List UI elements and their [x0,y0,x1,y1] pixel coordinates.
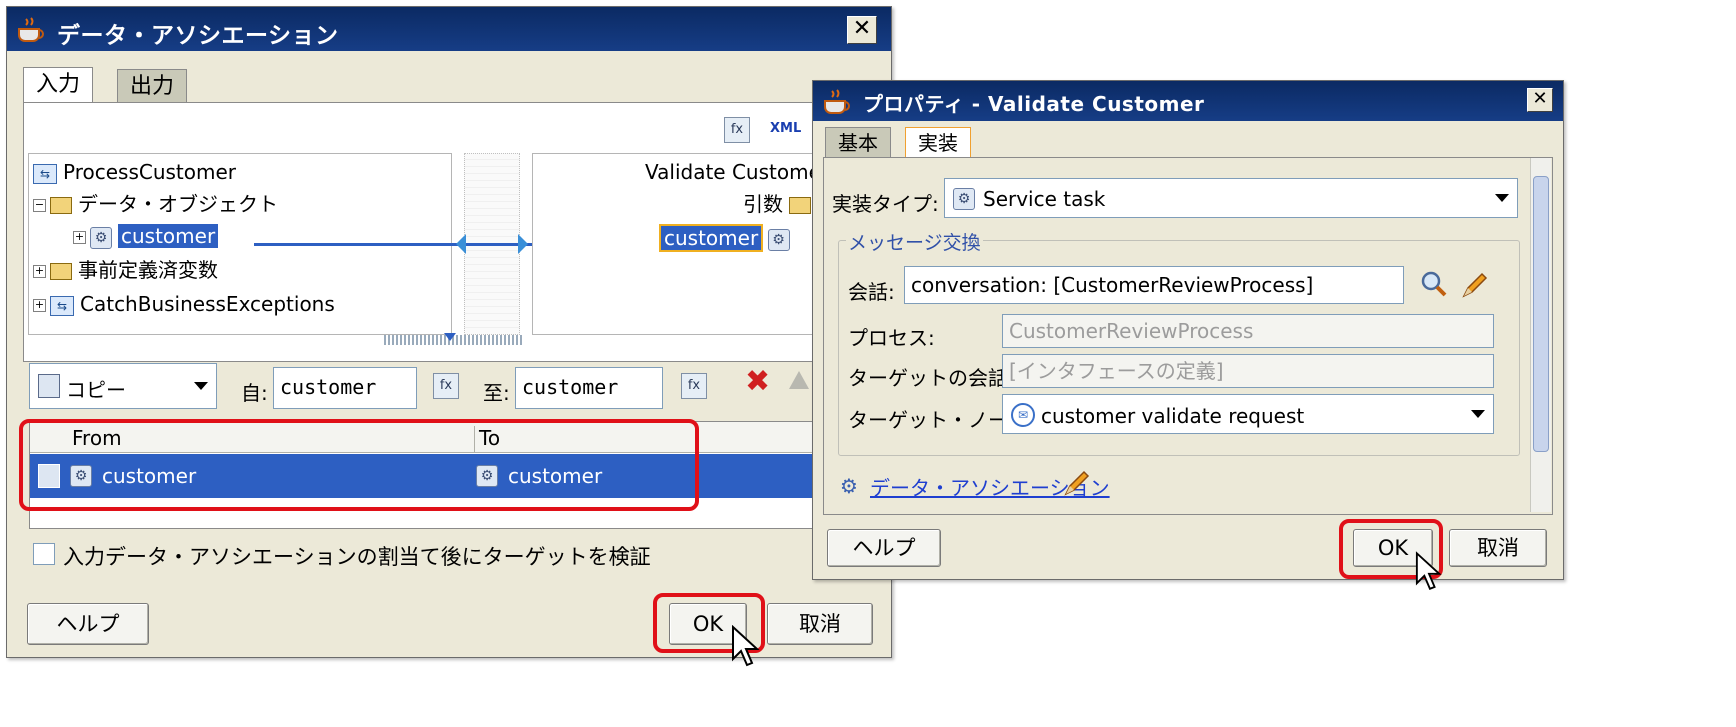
edit-icon[interactable] [1062,468,1092,498]
tree-node-customer[interactable]: + ⚙ customer [73,222,219,250]
validate-target-checkbox[interactable] [33,543,55,565]
table-highlight-box [19,419,699,511]
copy-operation-select[interactable]: コピー [29,363,217,409]
folder-icon [50,197,72,214]
xml-literal-icon[interactable]: XML [770,117,801,141]
close-button[interactable]: ✕ [1527,88,1553,112]
folder-icon [50,263,72,280]
process-field[interactable]: CustomerReviewProcess [1002,314,1494,348]
to-expression-icon[interactable]: fx [681,373,707,399]
mouse-cursor-icon [1415,551,1442,591]
expand-icon[interactable]: + [33,299,46,312]
properties-title: プロパティ - Validate Customer [863,92,1205,116]
target-root-label[interactable]: Validate Custome [645,158,821,186]
chevron-down-icon [1471,410,1485,418]
gear-icon: ⚙ [767,228,790,251]
properties-dialog: プロパティ - Validate Customer ✕ 基本 実装 実装タイプ:… [812,80,1564,591]
properties-titlebar[interactable]: プロパティ - Validate Customer ✕ [813,81,1563,121]
to-field[interactable]: customer [515,367,663,409]
gear-icon: ⚙ [90,226,112,249]
expand-icon[interactable]: + [73,231,86,244]
tab-implementation[interactable]: 実装 [905,127,971,158]
folder-icon [789,197,812,214]
mapping-line-arrow-right [518,234,528,254]
mapping-line-arrow-left [456,234,466,254]
chevron-down-icon [1495,194,1509,202]
dialog-title: データ・アソシエーション [57,23,339,49]
java-cup-icon [824,89,850,114]
java-cup-icon [18,17,44,42]
tab-basic[interactable]: 基本 [825,127,891,158]
from-field[interactable]: customer [273,367,417,409]
chevron-down-icon [194,382,208,390]
from-label: 自: [241,381,268,405]
impl-type-select[interactable]: ⚙ Service task [944,178,1518,218]
tree-node-catch-business-exceptions[interactable]: + ⇆ CatchBusinessExceptions [33,290,335,318]
process-icon: ⇆ [33,163,57,184]
conversation-field[interactable]: conversation: [CustomerReviewProcess] [904,266,1404,304]
data-association-dialog: データ・アソシエーション ✕ 入力 出力 fx XML ⇆ ProcessCust… [6,6,892,667]
target-node-select[interactable]: ✉ customer validate request [1002,394,1494,434]
target-customer-node[interactable]: customer ⚙ [658,224,796,252]
cancel-button[interactable]: 取消 [767,603,873,645]
tree-node-process[interactable]: ⇆ ProcessCustomer [33,158,236,186]
customer-target-node: customer [658,224,764,252]
to-label: 至: [483,381,510,405]
tab-output[interactable]: 出力 [117,69,188,104]
help-button[interactable]: ヘルプ [27,603,149,645]
delete-icon[interactable]: ✖ [745,367,770,397]
process-icon: ⇆ [50,295,74,316]
vertical-scrollbar[interactable] [1530,158,1551,512]
process-label: プロセス: [848,326,935,350]
help-button[interactable]: ヘルプ [827,529,941,567]
move-up-icon[interactable] [789,371,809,389]
conversation-label: 会話: [848,280,895,304]
properties-content: 実装タイプ: ⚙ Service task メッセージ交換 会話: conver… [823,157,1553,515]
expand-icon[interactable]: + [33,265,46,278]
xpath-expression-icon[interactable]: fx [724,117,750,143]
customer-source-node: customer [118,224,219,248]
edit-icon[interactable] [1460,270,1490,300]
splitter-arrows-icon[interactable] [444,333,456,341]
tab-input[interactable]: 入力 [23,67,94,102]
validate-target-label: 入力データ・アソシエーションの割当て後にターゲットを検証 [63,545,651,569]
data-association-icon: ⚙ [840,474,858,498]
dialog-titlebar[interactable]: データ・アソシエーション ✕ [7,7,891,51]
close-button[interactable]: ✕ [847,16,877,44]
from-expression-icon[interactable]: fx [433,373,459,399]
collapse-icon[interactable]: − [33,199,46,212]
scrollbar-thumb[interactable] [1533,176,1549,452]
service-task-icon: ⚙ [953,188,975,210]
target-conversation-field[interactable]: [インタフェースの定義] [1002,354,1494,388]
target-conversation-label: ターゲットの会話: [848,366,1015,390]
cancel-button[interactable]: 取消 [1449,529,1547,567]
message-icon: ✉ [1011,403,1035,427]
copy-icon [38,374,60,398]
search-icon[interactable] [1420,270,1448,298]
target-args-node[interactable]: 引数 [743,190,817,218]
impl-type-label: 実装タイプ: [832,192,939,216]
tree-node-data-objects[interactable]: − データ・オブジェクト [33,190,278,218]
message-exchange-label: メッセージ交換 [846,228,983,255]
tree-node-predefined-vars[interactable]: + 事前定義済変数 [33,256,218,284]
mouse-cursor-icon [732,625,760,667]
mapping-area: fx XML ⇆ ProcessCustomer − データ・オブジェクト + ⚙ cu… [23,102,882,362]
